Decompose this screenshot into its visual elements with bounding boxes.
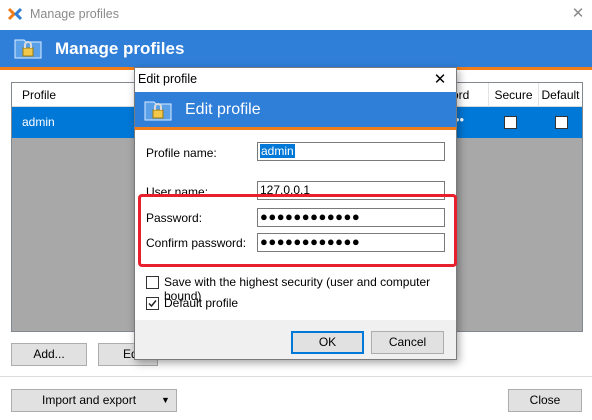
column-header-secure[interactable]: Secure xyxy=(489,83,539,107)
manage-profiles-titlebar: Manage profiles ✕ xyxy=(0,0,592,30)
high-security-checkbox[interactable] xyxy=(146,276,159,289)
checkmark-icon xyxy=(148,300,157,308)
edit-profile-heading: Edit profile xyxy=(185,101,261,118)
manage-profiles-heading: Manage profiles xyxy=(55,39,185,58)
dropdown-arrow-icon: ▼ xyxy=(161,395,170,405)
profile-folder-lock-icon xyxy=(14,39,42,59)
edit-profile-banner xyxy=(135,92,456,127)
column-header-default[interactable]: Default xyxy=(539,83,582,107)
profile-name-cell: admin xyxy=(22,115,55,129)
manage-profiles-window-title: Manage profiles xyxy=(30,7,119,21)
secure-checkbox[interactable] xyxy=(504,116,517,129)
default-profile-label[interactable]: Default profile xyxy=(164,296,238,310)
edit-profile-titlebar: Edit profile ✕ xyxy=(135,68,456,92)
import-export-label: Import and export xyxy=(42,393,137,407)
edit-profile-banner-accent xyxy=(135,127,456,130)
manage-profiles-close-icon[interactable]: ✕ xyxy=(566,2,590,26)
profile-name-value: admin xyxy=(260,144,295,158)
profile-name-label: Profile name: xyxy=(146,146,217,160)
profile-name-field[interactable]: admin xyxy=(257,142,445,161)
edit-profile-window-title: Edit profile xyxy=(138,72,198,86)
close-button[interactable]: Close xyxy=(508,389,582,412)
default-profile-checkbox[interactable] xyxy=(146,297,159,310)
footer-divider xyxy=(0,376,592,377)
password-highlight-frame xyxy=(138,194,457,267)
edit-profile-close-icon[interactable]: ✕ xyxy=(427,68,453,92)
app-logo-icon xyxy=(7,7,23,21)
cancel-button[interactable]: Cancel xyxy=(371,331,444,354)
add-profile-button[interactable]: Add... xyxy=(11,343,87,366)
column-header-profile[interactable]: Profile xyxy=(12,83,135,107)
ok-button[interactable]: OK xyxy=(291,331,364,354)
profile-folder-lock-icon xyxy=(144,101,172,121)
import-export-button[interactable]: Import and export ▼ xyxy=(11,389,177,412)
default-checkbox[interactable] xyxy=(555,116,568,129)
